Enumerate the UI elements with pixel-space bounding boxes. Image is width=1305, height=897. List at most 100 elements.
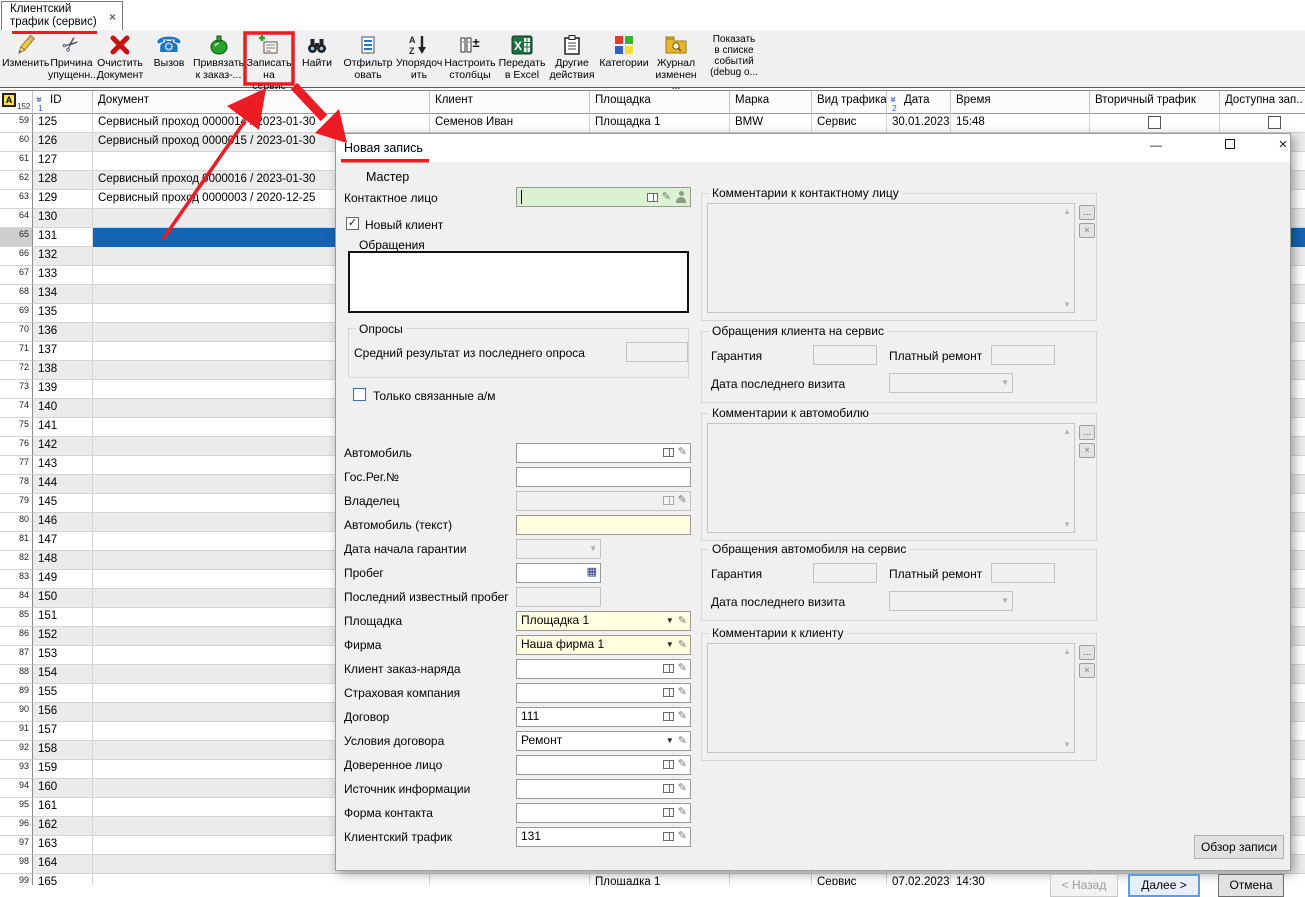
data-cell[interactable]: Площадка 1 bbox=[590, 874, 730, 885]
row-number-cell[interactable]: 70 bbox=[0, 323, 33, 342]
id-cell[interactable]: 157 bbox=[33, 722, 93, 741]
data-cell[interactable] bbox=[1220, 114, 1305, 133]
id-cell[interactable]: 147 bbox=[33, 532, 93, 551]
id-cell[interactable]: 139 bbox=[33, 380, 93, 399]
scroll-up-icon[interactable]: ▲ bbox=[1063, 647, 1071, 656]
id-cell[interactable]: 161 bbox=[33, 798, 93, 817]
lookup-book-icon[interactable] bbox=[663, 712, 674, 721]
row-number-cell[interactable]: 75 bbox=[0, 418, 33, 437]
id-cell[interactable]: 162 bbox=[33, 817, 93, 836]
id-cell[interactable]: 136 bbox=[33, 323, 93, 342]
id-cell[interactable]: 152 bbox=[33, 627, 93, 646]
id-cell[interactable]: 163 bbox=[33, 836, 93, 855]
clear-x-button[interactable]: × bbox=[1079, 443, 1095, 458]
lookup-book-icon[interactable] bbox=[663, 784, 674, 793]
row-checkbox[interactable] bbox=[1148, 116, 1161, 129]
id-cell[interactable]: 137 bbox=[33, 342, 93, 361]
id-cell[interactable]: 129 bbox=[33, 190, 93, 209]
row-number-cell[interactable]: 89 bbox=[0, 684, 33, 703]
person-icon[interactable] bbox=[675, 191, 687, 203]
scroll-down-icon[interactable]: ▼ bbox=[1063, 300, 1071, 309]
data-cell[interactable]: 30.01.2023 bbox=[887, 114, 951, 133]
row-number-cell[interactable]: 79 bbox=[0, 494, 33, 513]
edit-pencil-icon[interactable]: ✎ bbox=[678, 759, 687, 769]
toolbar-button-11[interactable]: XПередать в Excel bbox=[498, 32, 546, 86]
column-header-Марка[interactable]: Марка bbox=[730, 91, 812, 114]
select-all-badge[interactable]: A bbox=[2, 93, 16, 107]
lookup-book-icon[interactable] bbox=[663, 688, 674, 697]
lookup-book-icon[interactable] bbox=[647, 193, 658, 202]
row-number-cell[interactable]: 95 bbox=[0, 798, 33, 817]
id-cell[interactable]: 164 bbox=[33, 855, 93, 874]
row-number-cell[interactable]: 67 bbox=[0, 266, 33, 285]
field-input[interactable]: ✎ bbox=[516, 803, 691, 823]
id-cell[interactable]: 131 bbox=[33, 228, 93, 247]
row-number-cell[interactable]: 94 bbox=[0, 779, 33, 798]
id-cell[interactable]: 128 bbox=[33, 171, 93, 190]
row-number-cell[interactable]: 63 bbox=[0, 190, 33, 209]
column-header-Доступна зап..[interactable]: Доступна зап.. bbox=[1220, 91, 1305, 114]
row-number-cell[interactable]: 83 bbox=[0, 570, 33, 589]
id-cell[interactable]: 153 bbox=[33, 646, 93, 665]
id-cell[interactable]: 126 bbox=[33, 133, 93, 152]
tab-client-traffic[interactable]: Клиентский трафик (сервис) × bbox=[1, 1, 123, 31]
id-cell[interactable]: 127 bbox=[33, 152, 93, 171]
row-number-cell[interactable]: 76 bbox=[0, 437, 33, 456]
edit-pencil-icon[interactable]: ✎ bbox=[678, 447, 687, 457]
row-number-cell[interactable]: 88 bbox=[0, 665, 33, 684]
row-number-cell[interactable]: 91 bbox=[0, 722, 33, 741]
maximize-icon[interactable] bbox=[1215, 138, 1245, 158]
toolbar-button-3[interactable]: Очистить Документ bbox=[95, 32, 145, 86]
calculator-icon[interactable]: ▦ bbox=[587, 567, 597, 578]
id-cell[interactable]: 145 bbox=[33, 494, 93, 513]
scroll-down-icon[interactable]: ▼ bbox=[1063, 740, 1071, 749]
toolbar-button-14[interactable]: Журнал изменен ... bbox=[652, 32, 700, 86]
scroll-up-icon[interactable]: ▲ bbox=[1063, 207, 1071, 216]
lookup-book-icon[interactable] bbox=[663, 760, 674, 769]
toolbar-button-4[interactable]: ☎Вызов bbox=[147, 32, 191, 86]
column-header-Дата[interactable]: «Дата2 bbox=[887, 91, 951, 114]
id-cell[interactable]: 146 bbox=[33, 513, 93, 532]
comment-textarea[interactable]: ▲▼ bbox=[707, 643, 1075, 753]
scroll-up-icon[interactable]: ▲ bbox=[1063, 427, 1071, 436]
edit-pencil-icon[interactable]: ✎ bbox=[678, 711, 687, 721]
edit-pencil-icon[interactable]: ✎ bbox=[678, 736, 687, 746]
id-cell[interactable]: 125 bbox=[33, 114, 93, 133]
row-number-cell[interactable]: 65 bbox=[0, 228, 33, 247]
field-input[interactable] bbox=[516, 515, 691, 535]
row-number-cell[interactable]: 87 bbox=[0, 646, 33, 665]
tab-close-icon[interactable]: × bbox=[109, 10, 116, 24]
toolbar-button-7[interactable]: Найти bbox=[294, 32, 340, 86]
id-cell[interactable]: 158 bbox=[33, 741, 93, 760]
toolbar-button-15[interactable]: Показать в списке событий (debug o... bbox=[702, 32, 766, 86]
row-number-cell[interactable]: 74 bbox=[0, 399, 33, 418]
field-input[interactable]: ✎ bbox=[516, 755, 691, 775]
row-number-cell[interactable]: 71 bbox=[0, 342, 33, 361]
id-cell[interactable]: 142 bbox=[33, 437, 93, 456]
id-cell[interactable]: 144 bbox=[33, 475, 93, 494]
edit-pencil-icon[interactable]: ✎ bbox=[678, 783, 687, 793]
chevron-down-icon[interactable]: ▼ bbox=[589, 543, 597, 555]
row-number-cell[interactable]: 82 bbox=[0, 551, 33, 570]
id-cell[interactable]: 150 bbox=[33, 589, 93, 608]
edit-pencil-icon[interactable]: ✎ bbox=[662, 192, 671, 202]
data-cell[interactable]: Площадка 1 bbox=[590, 114, 730, 133]
data-cell[interactable] bbox=[430, 874, 590, 885]
row-number-cell[interactable]: 90 bbox=[0, 703, 33, 722]
ellipsis-button[interactable]: … bbox=[1079, 645, 1095, 660]
row-number-cell[interactable]: 72 bbox=[0, 361, 33, 380]
field-input[interactable]: 131✎ bbox=[516, 827, 691, 847]
id-cell[interactable]: 149 bbox=[33, 570, 93, 589]
row-number-cell[interactable]: 64 bbox=[0, 209, 33, 228]
data-cell[interactable]: 15:48 bbox=[951, 114, 1090, 133]
field-input[interactable]: 111✎ bbox=[516, 707, 691, 727]
lookup-book-icon[interactable] bbox=[663, 832, 674, 841]
column-header-Клиент[interactable]: Клиент bbox=[430, 91, 590, 114]
column-header-Документ[interactable]: Документ bbox=[93, 91, 430, 114]
edit-pencil-icon[interactable]: ✎ bbox=[678, 831, 687, 841]
field-input[interactable] bbox=[516, 467, 691, 487]
table-row[interactable]: 59125Сервисный проход 0000014 / 2023-01-… bbox=[0, 114, 1305, 133]
clear-x-button[interactable]: × bbox=[1079, 223, 1095, 238]
field-input[interactable]: ✎ bbox=[516, 683, 691, 703]
id-cell[interactable]: 159 bbox=[33, 760, 93, 779]
